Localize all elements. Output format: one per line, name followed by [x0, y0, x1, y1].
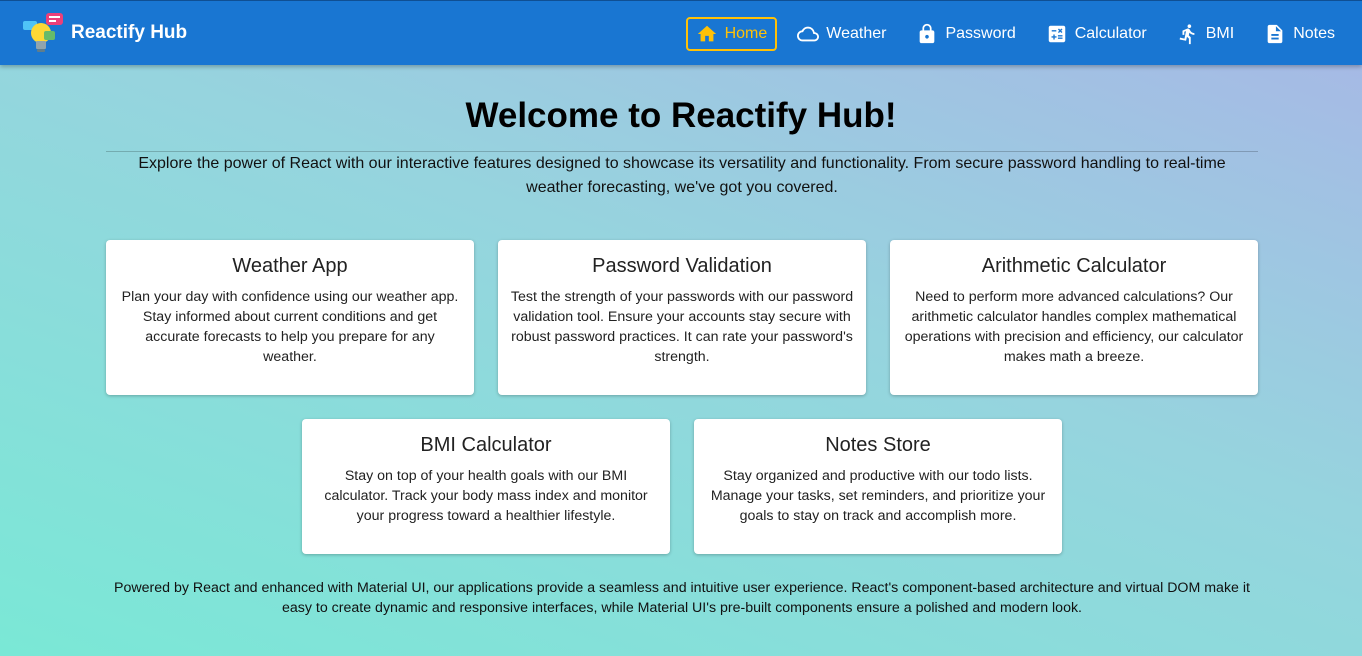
calculator-icon: [1048, 25, 1065, 43]
home-icon: [697, 25, 716, 42]
nav-calculator-label: Calculator: [1074, 25, 1147, 42]
nav-home[interactable]: Home: [685, 17, 778, 51]
card-text: Stay organized and productive with our t…: [710, 468, 1046, 524]
card-title: Notes Store: [825, 434, 931, 456]
card-bmi-calculator[interactable]: BMI Calculator Stay on top of your healt…: [302, 419, 670, 554]
card-title: BMI Calculator: [420, 434, 552, 456]
card-text: Test the strength of your passwords with…: [510, 289, 854, 365]
card-password-validation[interactable]: Password Validation Test the strength of…: [498, 240, 866, 395]
nav-password[interactable]: Password: [906, 17, 1025, 51]
brand[interactable]: Reactify Hub: [22, 13, 187, 53]
cloud-icon: [797, 26, 820, 42]
page-title: Welcome to Reactify Hub!: [465, 96, 897, 135]
nav-home-label: Home: [724, 25, 768, 42]
card-title: Password Validation: [592, 255, 772, 277]
main-nav: Home Weather Password Calculator BMI Not…: [676, 17, 1345, 51]
nav-notes-label: Notes: [1293, 25, 1335, 42]
app-logo-icon: [23, 13, 63, 52]
card-title: Weather App: [232, 255, 348, 277]
card-notes-store[interactable]: Notes Store Stay organized and productiv…: [694, 419, 1062, 554]
nav-password-label: Password: [945, 25, 1016, 42]
intro-text: Explore the power of React with our inte…: [138, 155, 1226, 196]
lock-icon: [920, 23, 935, 44]
footer-text: Powered by React and enhanced with Mater…: [114, 580, 1250, 616]
app-bar: Reactify Hub Home Weather Password Calcu…: [0, 0, 1362, 65]
card-weather-app[interactable]: Weather App Plan your day with confidenc…: [106, 240, 474, 395]
card-text: Need to perform more advanced calculatio…: [904, 289, 1244, 365]
running-icon: [1179, 24, 1195, 45]
nav-bmi[interactable]: BMI: [1167, 17, 1244, 51]
nav-weather-label: Weather: [826, 25, 887, 42]
nav-weather[interactable]: Weather: [787, 17, 896, 51]
nav-calculator[interactable]: Calculator: [1036, 17, 1157, 51]
card-title: Arithmetic Calculator: [981, 255, 1167, 277]
card-text: Stay on top of your health goals with ou…: [324, 468, 648, 524]
nav-notes[interactable]: Notes: [1254, 17, 1345, 51]
app-title: Reactify Hub: [71, 22, 188, 43]
card-text: Plan your day with confidence using our …: [121, 289, 459, 365]
nav-bmi-label: BMI: [1205, 25, 1235, 42]
card-arithmetic-calculator[interactable]: Arithmetic Calculator Need to perform mo…: [890, 240, 1258, 395]
document-icon: [1267, 24, 1283, 44]
